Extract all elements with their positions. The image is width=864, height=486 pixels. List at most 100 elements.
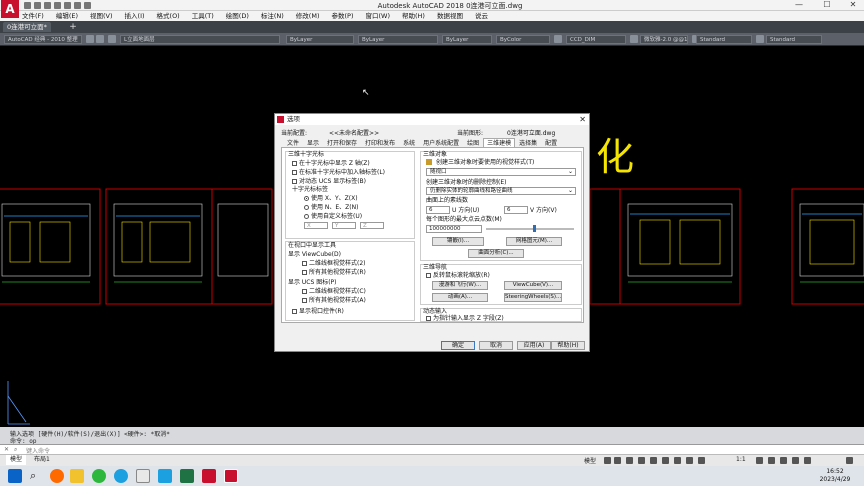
viewcube-2d-checkbox[interactable]: 二维线框视觉样式(2) [302, 260, 366, 267]
undo-icon[interactable] [74, 2, 81, 9]
app2-icon[interactable] [158, 469, 172, 483]
close-command-icon[interactable]: ✕ [4, 446, 9, 453]
close-button[interactable]: ✕ [844, 0, 862, 10]
custom-label-x[interactable]: X [304, 222, 328, 229]
layer-select[interactable]: L立面地面层 [120, 35, 280, 44]
annotation-scale[interactable]: 1:1 [736, 456, 746, 463]
tab-files[interactable]: 文件 [283, 138, 303, 147]
menu-format[interactable]: 格式(O) [157, 11, 180, 21]
menu-window[interactable]: 窗口(W) [365, 11, 390, 21]
minimize-button[interactable]: — [790, 0, 808, 10]
max-points-slider-track[interactable] [486, 228, 574, 230]
tab-display[interactable]: 显示 [303, 138, 323, 147]
annotation-icon[interactable] [698, 457, 705, 464]
redo-icon[interactable] [84, 2, 91, 9]
autocad-task-icon[interactable] [202, 469, 216, 483]
autocad-active-task-icon[interactable] [224, 469, 238, 483]
polar-icon[interactable] [638, 457, 645, 464]
model-space-label[interactable]: 模型 [584, 456, 596, 465]
taskbar-clock[interactable]: 16:52 2023/4/29 [806, 468, 864, 484]
tab-model[interactable]: 模型 [6, 455, 27, 465]
layer-manager-icon[interactable] [96, 35, 104, 43]
radio-nez[interactable]: 使用 N、E、Z(N) [304, 204, 358, 211]
textstyle-select[interactable]: 微软雅-2.0 @@1 [640, 35, 688, 44]
grid-icon[interactable] [604, 457, 611, 464]
layer-state-icon[interactable] [108, 35, 116, 43]
cancel-button[interactable]: 取消 [479, 341, 513, 350]
isolate-icon[interactable] [780, 457, 787, 464]
gear-icon[interactable] [86, 35, 94, 43]
tab-3d-modeling[interactable]: 三维建模 [483, 138, 516, 147]
surface-analysis-button[interactable]: 曲面分析(C)... [468, 249, 524, 258]
axis-labels-checkbox[interactable]: 在标准十字光标中加入轴标签(L) [292, 169, 385, 176]
saveas-icon[interactable] [54, 2, 61, 9]
new-icon[interactable] [24, 2, 31, 9]
radio-custom-labels[interactable]: 使用自定义标签(U) [304, 213, 362, 220]
workspace-select[interactable]: AutoCAD 经典 - 2010 整理 [4, 35, 82, 44]
help-button[interactable]: 帮助(H) [551, 341, 585, 350]
ucs-other-checkbox[interactable]: 所有其他视觉样式(A) [302, 297, 366, 304]
menu-tools[interactable]: 工具(T) [192, 11, 214, 21]
dialog-close-button[interactable]: ✕ [579, 114, 586, 125]
show-z-field-checkbox[interactable]: 为指针输入显示 Z 字段(Z) [426, 315, 504, 322]
color-select[interactable]: ByLayer [286, 35, 354, 44]
clean-screen-icon[interactable] [804, 457, 811, 464]
dynamic-ucs-labels-checkbox[interactable]: 对动态 UCS 显示标签(B) [292, 178, 366, 185]
tab-system[interactable]: 系统 [399, 138, 419, 147]
animation-button[interactable]: 动画(A)... [432, 293, 488, 302]
tablestyle-select[interactable]: Standard [696, 35, 752, 44]
command-input[interactable]: ✕ ⌕ 键入命令 [0, 444, 864, 455]
viewport-controls-checkbox[interactable]: 显示视口控件(R) [292, 308, 344, 315]
mesh-primitives-button[interactable]: 网格图元(M)... [506, 237, 562, 246]
menu-parametric[interactable]: 参数(P) [331, 11, 353, 21]
menu-cloud[interactable]: 说云 [475, 11, 488, 21]
show-z-axis-checkbox[interactable]: 在十字光标中显示 Z 轴(Z) [292, 160, 370, 167]
max-points-field[interactable]: 100000000 [426, 225, 482, 233]
maximize-button[interactable]: ☐ [818, 0, 836, 10]
open-icon[interactable] [34, 2, 41, 9]
tab-plot-publish[interactable]: 打印和发布 [361, 138, 399, 147]
tab-profiles[interactable]: 配置 [541, 138, 561, 147]
lineweight-icon[interactable] [662, 457, 669, 464]
tab-user-preferences[interactable]: 用户系统配置 [419, 138, 463, 147]
lineweight-select[interactable]: ByLayer [442, 35, 492, 44]
snap-icon[interactable] [614, 457, 621, 464]
deletion-control-select[interactable]: 仍删除实体的轮廓曲线和路径曲线 [426, 187, 576, 195]
workspace-icon[interactable] [756, 457, 763, 464]
u-isolines-field[interactable]: 6 [426, 206, 450, 214]
plotstyle-select[interactable]: ByColor [496, 35, 550, 44]
plus-icon[interactable] [768, 457, 775, 464]
walk-fly-button[interactable]: 漫游和飞行(W)... [432, 281, 488, 290]
reverse-wheel-checkbox[interactable]: 反转鼠标滚轮缩放(R) [426, 272, 490, 279]
apply-button[interactable]: 应用(A) [517, 341, 551, 350]
selection-cycling-icon[interactable] [686, 457, 693, 464]
menu-help[interactable]: 帮助(H) [402, 11, 425, 21]
document-tab-active[interactable]: 0连港可立面* [3, 22, 51, 32]
menu-draw[interactable]: 绘图(D) [226, 11, 249, 21]
v-isolines-field[interactable]: 6 [504, 206, 528, 214]
firefox-icon[interactable] [50, 469, 64, 483]
tab-selection[interactable]: 选择集 [515, 138, 541, 147]
radio-xyz[interactable]: 使用 X、Y、Z(X) [304, 195, 358, 202]
edge-icon[interactable] [114, 469, 128, 483]
menu-edit[interactable]: 编辑(E) [56, 11, 78, 21]
transparency-icon[interactable] [674, 457, 681, 464]
autocad-logo-icon[interactable]: A [1, 0, 19, 18]
tab-layout1[interactable]: 布局1 [30, 455, 54, 465]
hardware-accel-icon[interactable] [792, 457, 799, 464]
osnap-icon[interactable] [650, 457, 657, 464]
search-icon[interactable]: ⌕ [30, 469, 36, 483]
mleaderstyle-select[interactable]: Standard [766, 35, 822, 44]
tab-drafting[interactable]: 绘图 [463, 138, 483, 147]
max-points-slider-thumb[interactable] [533, 225, 537, 232]
custom-label-z[interactable]: Z [360, 222, 384, 229]
ok-button[interactable]: 确定 [441, 341, 475, 350]
ucs-2d-checkbox[interactable]: 二维线框视觉样式(C) [302, 288, 366, 295]
menu-dimension[interactable]: 标注(N) [261, 11, 284, 21]
visual-style-select[interactable]: 随视口 [426, 168, 576, 176]
menu-dataview[interactable]: 数据视图 [437, 11, 463, 21]
menu-file[interactable]: 文件(F) [22, 11, 44, 21]
save-icon[interactable] [44, 2, 51, 9]
steeringwheels-button[interactable]: SteeringWheels(S)... [504, 293, 562, 302]
new-tab-button[interactable]: + [68, 22, 78, 32]
